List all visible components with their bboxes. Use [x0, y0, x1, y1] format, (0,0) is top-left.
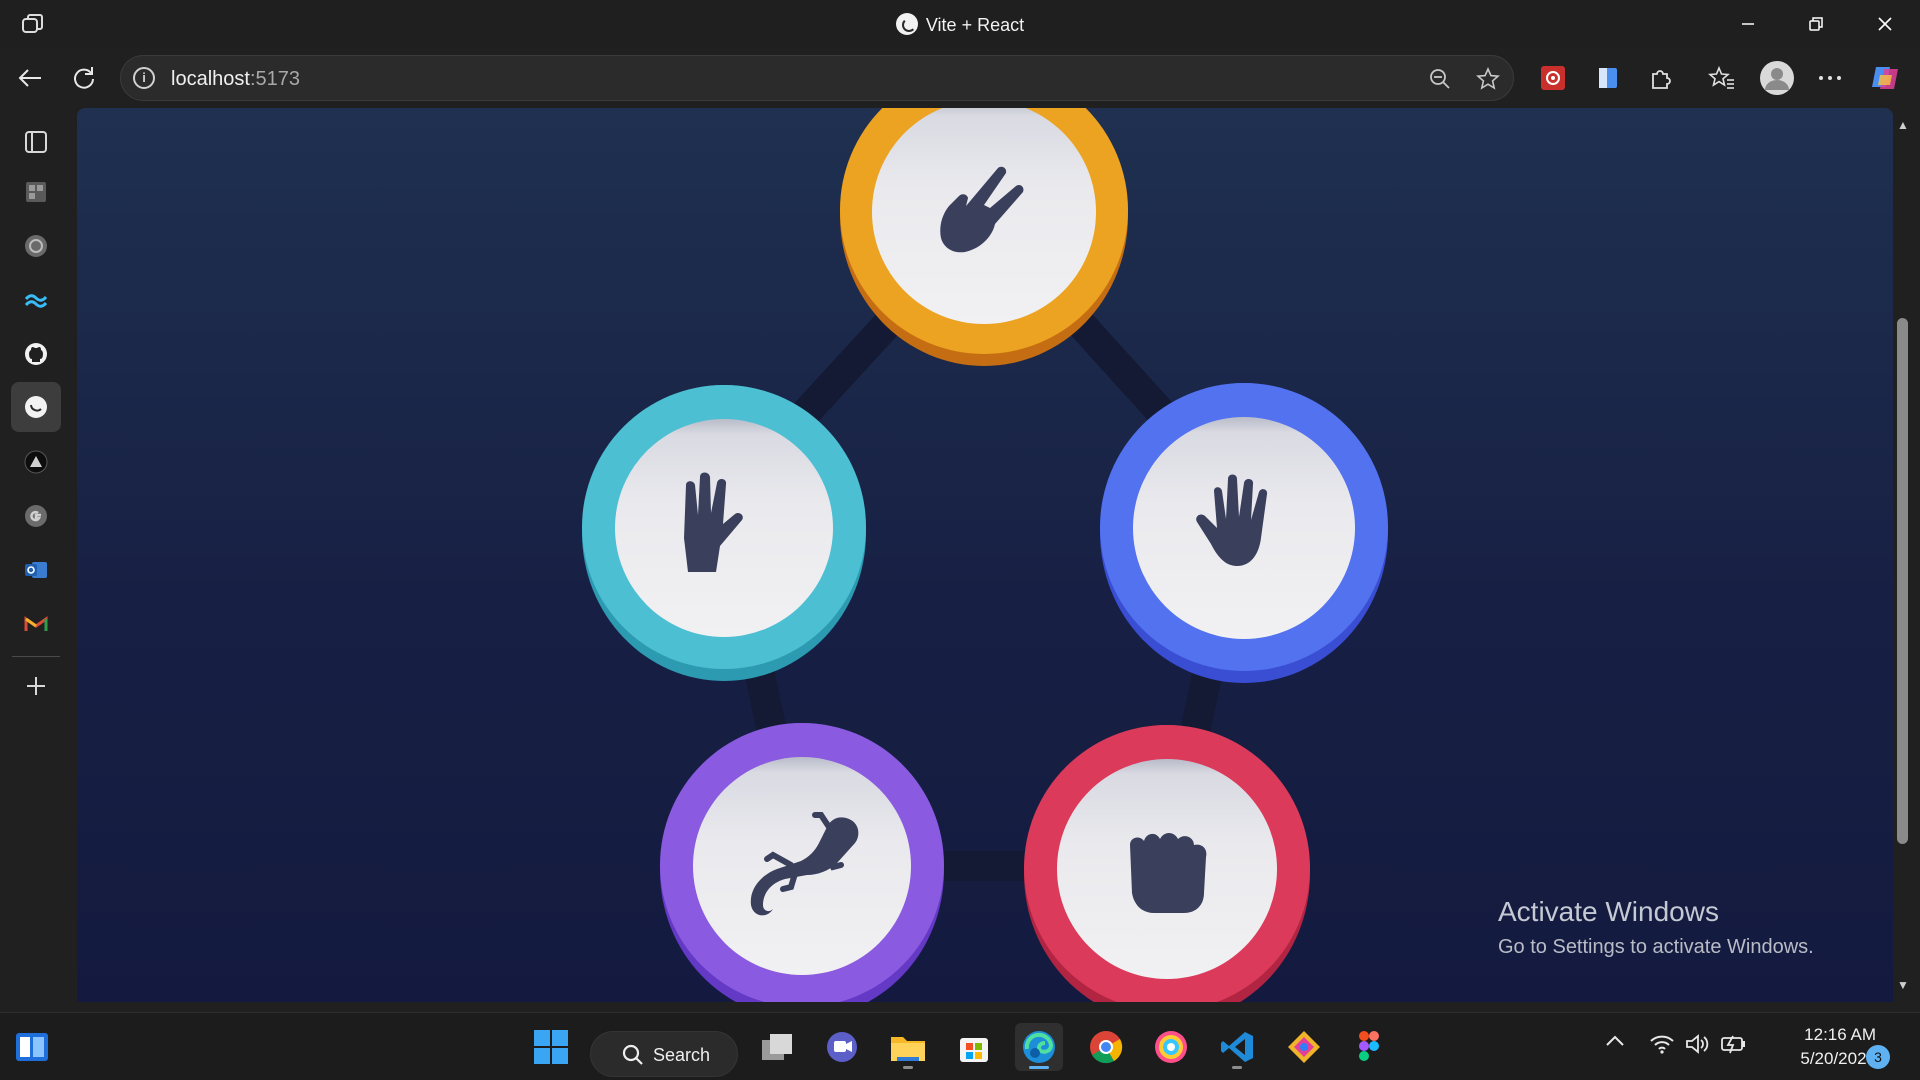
back-arrow-icon: [18, 69, 41, 87]
openai-icon[interactable]: [16, 226, 56, 266]
tab-title-text: Vite + React: [925, 15, 1025, 35]
taskbar-search[interactable]: Search: [590, 1031, 738, 1077]
lizard-icon: [750, 812, 859, 916]
rock-fist-icon: [1130, 833, 1207, 913]
extension-red-icon[interactable]: [1537, 62, 1569, 94]
vite-favicon-icon: [895, 13, 918, 35]
extensions-puzzle-icon[interactable]: [1645, 62, 1677, 94]
url-port: :5173: [249, 68, 300, 90]
github-icon[interactable]: [16, 334, 56, 374]
rock-token[interactable]: [1024, 725, 1310, 1002]
edge-browser-icon[interactable]: [1015, 1023, 1063, 1071]
zoom-out-icon[interactable]: [1428, 67, 1452, 91]
page-viewport: Activate Windows Go to Settings to activ…: [77, 108, 1893, 1002]
plus-icon[interactable]: [16, 666, 56, 706]
google-icon[interactable]: [16, 496, 56, 536]
scrollbar-thumb[interactable]: [1897, 318, 1908, 844]
tailwind-icon[interactable]: [16, 280, 56, 320]
minimize-button[interactable]: [1728, 8, 1768, 40]
browser-sidebar: [0, 108, 72, 1012]
search-icon: [622, 1044, 643, 1065]
title-bar: Vite + React: [0, 0, 1920, 48]
clock-time: 12:16 AM: [1804, 1025, 1876, 1044]
minimize-icon: [1742, 23, 1754, 25]
close-button[interactable]: [1865, 8, 1905, 40]
wifi-icon[interactable]: [1649, 1033, 1675, 1060]
scroll-down-arrow-icon[interactable]: ▼: [1895, 978, 1911, 992]
scissors-hand-icon: [940, 166, 1024, 253]
notification-badge[interactable]: 3: [1866, 1045, 1890, 1069]
microsoft-store-icon[interactable]: [950, 1023, 998, 1071]
show-hidden-icons-chevron-icon[interactable]: [1604, 1033, 1626, 1054]
search-label: Search: [653, 1045, 711, 1065]
spock-hand-icon: [684, 472, 743, 572]
volume-icon[interactable]: [1684, 1033, 1710, 1060]
url-text[interactable]: localhost:5173: [171, 68, 300, 91]
copilot-icon[interactable]: [1870, 62, 1902, 94]
paper-hand-icon: [1196, 474, 1268, 566]
url-host: localhost: [171, 68, 250, 90]
tab-title[interactable]: Vite + React: [0, 13, 1920, 36]
git-tool-icon[interactable]: [1280, 1023, 1328, 1071]
system-clock[interactable]: 12:16 AM 5/20/2025: [1768, 1023, 1876, 1071]
favorites-icon[interactable]: [1706, 62, 1738, 94]
figma-icon[interactable]: [1345, 1023, 1393, 1071]
windows-logo-icon: [534, 1030, 568, 1064]
favorite-star-icon[interactable]: [1476, 67, 1500, 91]
profile-avatar[interactable]: [1759, 60, 1795, 96]
restore-button[interactable]: [1796, 8, 1836, 40]
spock-token[interactable]: [582, 385, 866, 681]
apps-icon[interactable]: [16, 172, 56, 212]
chrome-icon[interactable]: [1082, 1023, 1130, 1071]
paper-token[interactable]: [1100, 383, 1388, 683]
battery-charging-icon[interactable]: [1720, 1033, 1748, 1060]
lizard-token[interactable]: [660, 723, 944, 1002]
extension-book-icon[interactable]: [1592, 62, 1624, 94]
refresh-icon: [74, 67, 94, 89]
windows-taskbar: Search 12:16 AM 5/20/2025 3: [0, 1012, 1920, 1080]
outlook-icon[interactable]: [16, 550, 56, 590]
restore-icon: [1809, 17, 1823, 31]
site-info-icon[interactable]: i: [133, 67, 155, 89]
teams-chat-icon[interactable]: [818, 1023, 866, 1071]
color-app-icon[interactable]: [1147, 1023, 1195, 1071]
address-bar[interactable]: i localhost:5173: [120, 55, 1514, 101]
task-view-icon[interactable]: [754, 1023, 802, 1071]
refresh-button[interactable]: [66, 60, 102, 96]
gmail-icon[interactable]: [16, 604, 56, 644]
file-explorer-icon[interactable]: [884, 1023, 932, 1071]
activate-windows-watermark: Activate Windows Go to Settings to activ…: [1498, 896, 1814, 959]
scroll-up-arrow-icon[interactable]: ▲: [1895, 118, 1911, 132]
clock-date: 5/20/2025: [1800, 1049, 1876, 1068]
widgets-icon[interactable]: [8, 1023, 56, 1071]
start-button[interactable]: [527, 1023, 575, 1071]
more-options-icon[interactable]: [1814, 62, 1846, 94]
watermark-heading: Activate Windows: [1498, 896, 1719, 927]
vscode-icon[interactable]: [1213, 1023, 1261, 1071]
sidebar-divider: [12, 656, 60, 657]
vercel-icon[interactable]: [16, 442, 56, 482]
vite-react-icon[interactable]: [11, 382, 61, 432]
browser-toolbar: i localhost:5173: [0, 48, 1920, 108]
watermark-subtext: Go to Settings to activate Windows.: [1498, 936, 1814, 958]
back-button[interactable]: [12, 60, 48, 96]
tabs-icon[interactable]: [16, 122, 56, 162]
close-icon: [1878, 17, 1892, 31]
